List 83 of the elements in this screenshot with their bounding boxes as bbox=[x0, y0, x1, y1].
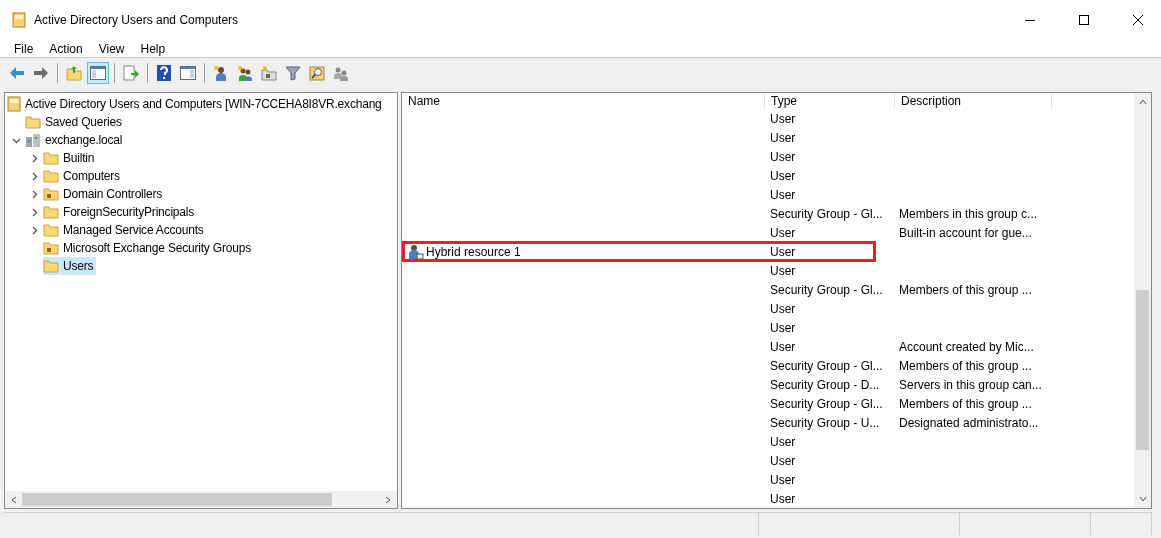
table-cell: User bbox=[770, 111, 796, 126]
window-title: Active Directory Users and Computers bbox=[34, 13, 240, 27]
table-cell: Designated administrato... bbox=[899, 415, 1039, 430]
folder-icon bbox=[43, 241, 59, 255]
export-list-icon bbox=[123, 65, 139, 81]
tree-item[interactable]: Saved Queries bbox=[25, 113, 125, 131]
tree-item[interactable]: Computers bbox=[43, 167, 123, 185]
table-cell: Servers in this group can... bbox=[899, 377, 1042, 392]
table-cell: Security Group - U... bbox=[770, 415, 880, 430]
tree-item[interactable]: Microsoft Exchange Security Groups bbox=[43, 239, 254, 257]
menu-item[interactable]: View bbox=[90, 40, 133, 57]
table-cell: User bbox=[770, 491, 796, 506]
table-cell: Security Group - D... bbox=[770, 377, 880, 392]
tree-item[interactable]: exchange.local bbox=[25, 131, 126, 149]
new-group-icon bbox=[237, 65, 253, 81]
console-icon bbox=[7, 96, 21, 112]
tree-item[interactable]: Domain Controllers bbox=[43, 185, 166, 203]
column-header[interactable]: Type bbox=[765, 93, 895, 109]
horizontal-scrollbar[interactable] bbox=[5, 491, 397, 508]
table-cell: User bbox=[770, 149, 796, 164]
table-cell: User bbox=[770, 453, 796, 468]
console-icon bbox=[12, 12, 26, 28]
table-cell: Members of this group ... bbox=[899, 358, 1032, 373]
table-cell: Security Group - Gl... bbox=[770, 206, 883, 221]
table-cell: User bbox=[770, 472, 796, 487]
table-cell: Hybrid resource 1 bbox=[426, 244, 521, 259]
folder-up-icon bbox=[66, 65, 82, 81]
action-pane-icon bbox=[180, 66, 196, 80]
tree-item[interactable]: Managed Service Accounts bbox=[43, 221, 207, 239]
filter-icon bbox=[285, 65, 301, 81]
column-header[interactable]: Name bbox=[402, 93, 765, 109]
folder-icon bbox=[43, 205, 59, 219]
folder-icon bbox=[43, 259, 59, 273]
tree-item[interactable]: ForeignSecurityPrincipals bbox=[43, 203, 198, 221]
maximize-icon bbox=[1079, 15, 1089, 25]
buildings-icon bbox=[25, 132, 41, 148]
scroll-up-icon bbox=[1138, 98, 1147, 106]
table-cell: Account created by Mic... bbox=[899, 339, 1034, 354]
table-cell: User bbox=[770, 434, 796, 449]
scroll-left-icon bbox=[10, 495, 18, 504]
folder-icon bbox=[25, 115, 41, 129]
table-cell: User bbox=[770, 263, 796, 278]
folder-icon bbox=[43, 151, 59, 165]
scroll-down-icon bbox=[1138, 495, 1147, 503]
table-cell: User bbox=[770, 168, 796, 183]
menu-item[interactable]: Help bbox=[132, 40, 174, 57]
table-cell: Security Group - Gl... bbox=[770, 396, 883, 411]
user-icon bbox=[408, 243, 424, 260]
vertical-scrollbar[interactable] bbox=[1134, 93, 1151, 508]
tree-item[interactable]: Active Directory Users and Computers [WIN-7CCEHA8I8VR.exchang bbox=[7, 95, 385, 113]
table-cell: User bbox=[770, 339, 796, 354]
table-cell: User bbox=[770, 130, 796, 145]
table-cell: Security Group - Gl... bbox=[770, 282, 883, 297]
toolbar-button[interactable] bbox=[87, 62, 109, 84]
table-cell: User bbox=[770, 187, 796, 202]
table-cell: Security Group - Gl... bbox=[770, 358, 883, 373]
minimize-icon bbox=[1025, 19, 1035, 21]
help-icon bbox=[157, 65, 171, 81]
table-cell: Built-in account for gue... bbox=[899, 225, 1032, 240]
close-icon bbox=[1133, 15, 1143, 25]
users-icon bbox=[333, 65, 349, 81]
table-cell: User bbox=[770, 320, 796, 335]
tree-item[interactable]: Builtin bbox=[43, 149, 98, 167]
find-icon bbox=[309, 65, 325, 81]
table-cell: User bbox=[770, 244, 796, 259]
scroll-right-icon bbox=[384, 495, 392, 504]
table-cell: Members of this group ... bbox=[899, 396, 1032, 411]
tree-item[interactable]: Users bbox=[43, 257, 97, 275]
forward-arrow-icon bbox=[33, 66, 49, 80]
menu-item[interactable]: Action bbox=[41, 40, 91, 57]
table-cell: User bbox=[770, 225, 796, 240]
table-cell: Members of this group ... bbox=[899, 282, 1032, 297]
column-header[interactable]: Description bbox=[895, 93, 1052, 109]
menu-item[interactable]: File bbox=[6, 40, 42, 57]
new-ou-icon bbox=[261, 65, 277, 81]
folder-icon bbox=[43, 187, 59, 201]
back-arrow-icon bbox=[9, 66, 25, 80]
folder-icon bbox=[43, 169, 59, 183]
table-cell: User bbox=[770, 301, 796, 316]
table-cell: Members in this group c... bbox=[899, 206, 1038, 221]
new-user-icon bbox=[213, 65, 229, 81]
folder-icon bbox=[43, 223, 59, 237]
tree-pane-icon bbox=[90, 66, 106, 80]
